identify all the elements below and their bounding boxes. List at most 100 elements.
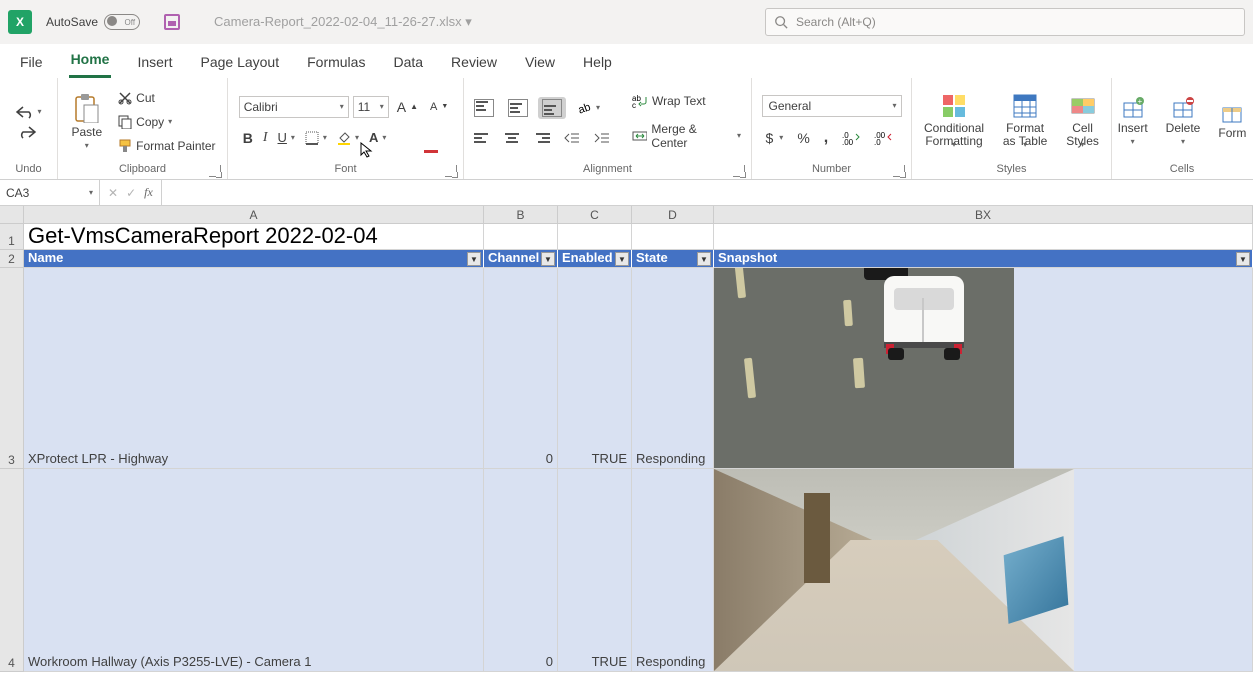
format-painter-button[interactable]: Format Painter xyxy=(114,137,219,155)
number-launcher[interactable] xyxy=(893,165,905,177)
cell-d4[interactable]: Responding xyxy=(632,469,714,672)
alignment-launcher[interactable] xyxy=(733,165,745,177)
tab-view[interactable]: View xyxy=(523,48,557,78)
cell-a1[interactable]: Get-VmsCameraReport 2022-02-04 xyxy=(24,224,484,250)
border-button[interactable]: ▾ xyxy=(301,129,331,147)
cell-a4[interactable]: Workroom Hallway (Axis P3255-LVE) - Came… xyxy=(24,469,484,672)
file-title[interactable]: Camera-Report_2022-02-04_11-26-27.xlsx ▾ xyxy=(214,14,472,30)
increase-font-button[interactable]: A▲ xyxy=(393,97,422,117)
fill-color-button[interactable]: ▾ xyxy=(333,129,363,147)
copy-button[interactable]: Copy▾ xyxy=(114,113,219,131)
format-cells-button[interactable]: Form xyxy=(1212,100,1252,142)
align-bottom-button[interactable] xyxy=(538,97,566,119)
decrease-font-button[interactable]: A▼ xyxy=(426,99,452,115)
header-snapshot[interactable]: Snapshot▼ xyxy=(714,250,1253,268)
align-middle-button[interactable] xyxy=(504,97,532,119)
enter-formula-icon[interactable]: ✓ xyxy=(126,186,136,200)
filter-snapshot-button[interactable]: ▼ xyxy=(1236,252,1250,266)
save-icon[interactable] xyxy=(164,14,180,30)
undo-button[interactable]: ▾ xyxy=(11,103,45,121)
name-box[interactable]: CA3▾ xyxy=(0,180,100,205)
header-state[interactable]: State▼ xyxy=(632,250,714,268)
increase-indent-button[interactable] xyxy=(590,129,614,147)
italic-button[interactable]: I xyxy=(259,128,272,148)
formula-input[interactable] xyxy=(162,180,1253,205)
worksheet-grid[interactable]: A B C D BX 1 Get-VmsCameraReport 2022-02… xyxy=(0,206,1253,672)
brush-icon xyxy=(118,139,132,153)
cell-c1[interactable] xyxy=(558,224,632,250)
tab-formulas[interactable]: Formulas xyxy=(305,48,367,78)
fx-label[interactable]: fx xyxy=(144,185,153,200)
row-header-2[interactable]: 2 xyxy=(0,250,24,268)
increase-decimal-button[interactable]: .0.00 xyxy=(838,127,864,149)
align-center-button[interactable] xyxy=(500,129,524,147)
underline-button[interactable]: U▾ xyxy=(274,128,299,147)
font-name-select[interactable]: Calibri▾ xyxy=(239,96,349,118)
percent-button[interactable]: % xyxy=(793,127,813,149)
copy-icon xyxy=(118,115,132,129)
filter-enabled-button[interactable]: ▼ xyxy=(615,252,629,266)
font-size-select[interactable]: 11▾ xyxy=(353,96,389,118)
cell-c4[interactable]: TRUE xyxy=(558,469,632,672)
tab-home[interactable]: Home xyxy=(69,45,112,78)
font-color-button[interactable]: A▾ xyxy=(365,128,390,147)
search-input[interactable]: Search (Alt+Q) xyxy=(765,8,1245,36)
cell-bx1[interactable] xyxy=(714,224,1253,250)
filter-state-button[interactable]: ▼ xyxy=(697,252,711,266)
number-format-select[interactable]: General▾ xyxy=(762,95,902,117)
delete-cells-button[interactable]: Delete▾ xyxy=(1160,95,1207,149)
row-header-1[interactable]: 1 xyxy=(0,224,24,250)
cell-bx3-snapshot[interactable] xyxy=(714,268,1253,469)
cell-b4[interactable]: 0 xyxy=(484,469,558,672)
cell-d1[interactable] xyxy=(632,224,714,250)
decrease-decimal-button[interactable]: .00.0 xyxy=(870,127,896,149)
insert-cells-button[interactable]: +Insert▾ xyxy=(1112,95,1154,149)
cell-styles-button[interactable]: Cell Styles▾ xyxy=(1060,91,1105,152)
header-name[interactable]: Name▼ xyxy=(24,250,484,268)
tab-file[interactable]: File xyxy=(18,48,45,78)
merge-center-button[interactable]: Merge & Center▾ xyxy=(628,120,745,152)
font-launcher[interactable] xyxy=(445,165,457,177)
cell-d3[interactable]: Responding xyxy=(632,268,714,469)
comma-button[interactable]: , xyxy=(820,127,832,149)
cut-button[interactable]: Cut xyxy=(114,89,219,107)
align-left-button[interactable] xyxy=(470,129,494,147)
header-enabled[interactable]: Enabled▼ xyxy=(558,250,632,268)
format-as-table-button[interactable]: Format as Table▾ xyxy=(996,91,1054,152)
autosave-toggle[interactable]: AutoSave Off xyxy=(46,14,140,30)
autosave-switch[interactable]: Off xyxy=(104,14,140,30)
paste-button[interactable]: Paste▾ xyxy=(65,91,108,153)
align-right-button[interactable] xyxy=(530,129,554,147)
align-top-button[interactable] xyxy=(470,97,498,119)
header-channel[interactable]: Channel▼ xyxy=(484,250,558,268)
row-header-4[interactable]: 4 xyxy=(0,469,24,672)
col-header-d[interactable]: D xyxy=(632,206,714,224)
cell-c3[interactable]: TRUE xyxy=(558,268,632,469)
filter-name-button[interactable]: ▼ xyxy=(467,252,481,266)
select-all-corner[interactable] xyxy=(0,206,24,224)
col-header-c[interactable]: C xyxy=(558,206,632,224)
cell-a3[interactable]: XProtect LPR - Highway xyxy=(24,268,484,469)
orientation-button[interactable]: ab▾ xyxy=(572,97,604,119)
currency-button[interactable]: $▾ xyxy=(762,127,788,149)
cell-bx4-snapshot[interactable] xyxy=(714,469,1253,672)
row-header-3[interactable]: 3 xyxy=(0,268,24,469)
col-header-a[interactable]: A xyxy=(24,206,484,224)
cell-b1[interactable] xyxy=(484,224,558,250)
tab-help[interactable]: Help xyxy=(581,48,614,78)
clipboard-launcher[interactable] xyxy=(209,165,221,177)
conditional-formatting-button[interactable]: Conditional Formatting▾ xyxy=(918,91,990,152)
col-header-b[interactable]: B xyxy=(484,206,558,224)
cell-b3[interactable]: 0 xyxy=(484,268,558,469)
filter-channel-button[interactable]: ▼ xyxy=(541,252,555,266)
wrap-text-button[interactable]: abcWrap Text xyxy=(628,92,745,110)
tab-insert[interactable]: Insert xyxy=(135,48,174,78)
decrease-indent-button[interactable] xyxy=(560,129,584,147)
tab-data[interactable]: Data xyxy=(391,48,425,78)
col-header-bx[interactable]: BX xyxy=(714,206,1253,224)
tab-page-layout[interactable]: Page Layout xyxy=(198,48,281,78)
redo-button[interactable] xyxy=(15,123,41,141)
tab-review[interactable]: Review xyxy=(449,48,499,78)
bold-button[interactable]: B xyxy=(239,128,257,148)
cancel-formula-icon[interactable]: ✕ xyxy=(108,186,118,200)
